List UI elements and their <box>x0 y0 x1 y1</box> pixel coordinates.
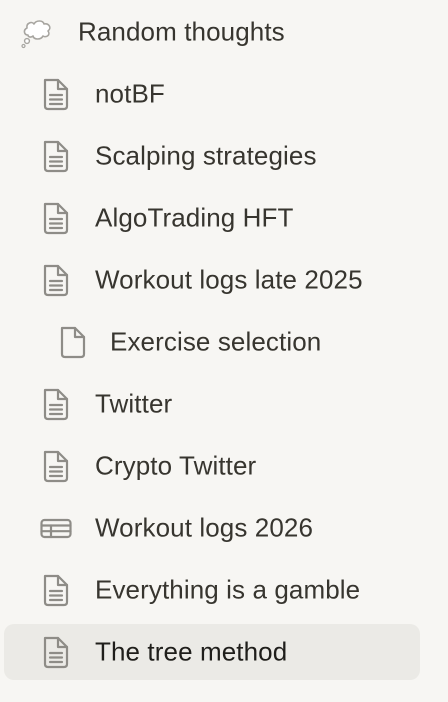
page-icon <box>38 200 74 236</box>
sidebar-item-label: Workout logs late 2025 <box>95 264 363 295</box>
page-icon <box>38 386 74 422</box>
sidebar-item-label: notBF <box>95 78 165 109</box>
sidebar-item-workout-logs-late-2025[interactable]: Workout logs late 2025 <box>4 252 420 308</box>
page-icon <box>38 76 74 112</box>
sidebar-item-workout-logs-2026[interactable]: Workout logs 2026 <box>4 500 420 556</box>
page-icon <box>38 448 74 484</box>
page-icon <box>38 572 74 608</box>
sidebar-item-notbf[interactable]: notBF <box>4 66 420 122</box>
sidebar-item-label: Crypto Twitter <box>95 450 257 481</box>
sidebar-item-the-tree-method[interactable]: The tree method <box>4 624 420 680</box>
sidebar-item-label: Random thoughts <box>78 16 285 47</box>
thought-bubble-icon <box>20 14 56 50</box>
sidebar-item-crypto-twitter[interactable]: Crypto Twitter <box>4 438 420 494</box>
sidebar-item-exercise-selection[interactable]: Exercise selection <box>4 314 420 370</box>
sidebar-item-label: The tree method <box>95 636 288 667</box>
sidebar-item-label: Workout logs 2026 <box>95 512 314 543</box>
sidebar-item-twitter[interactable]: Twitter <box>4 376 420 432</box>
page-icon <box>38 138 74 174</box>
sidebar-item-label: AlgoTrading HFT <box>95 202 294 233</box>
sidebar-item-random-thoughts[interactable]: Random thoughts <box>4 4 420 60</box>
table-icon <box>38 510 74 546</box>
sidebar: Random thoughts notBF Scalping strategie <box>0 0 448 702</box>
sidebar-item-everything-is-a-gamble[interactable]: Everything is a gamble <box>4 562 420 618</box>
blank-page-icon <box>55 324 91 360</box>
sidebar-item-label: Scalping strategies <box>95 140 317 171</box>
sidebar-item-label: Twitter <box>95 388 173 419</box>
sidebar-item-label: Everything is a gamble <box>95 574 361 605</box>
sidebar-item-algotrading-hft[interactable]: AlgoTrading HFT <box>4 190 420 246</box>
page-icon <box>38 634 74 670</box>
page-icon <box>38 262 74 298</box>
sidebar-item-label: Exercise selection <box>110 326 322 357</box>
sidebar-item-scalping-strategies[interactable]: Scalping strategies <box>4 128 420 184</box>
